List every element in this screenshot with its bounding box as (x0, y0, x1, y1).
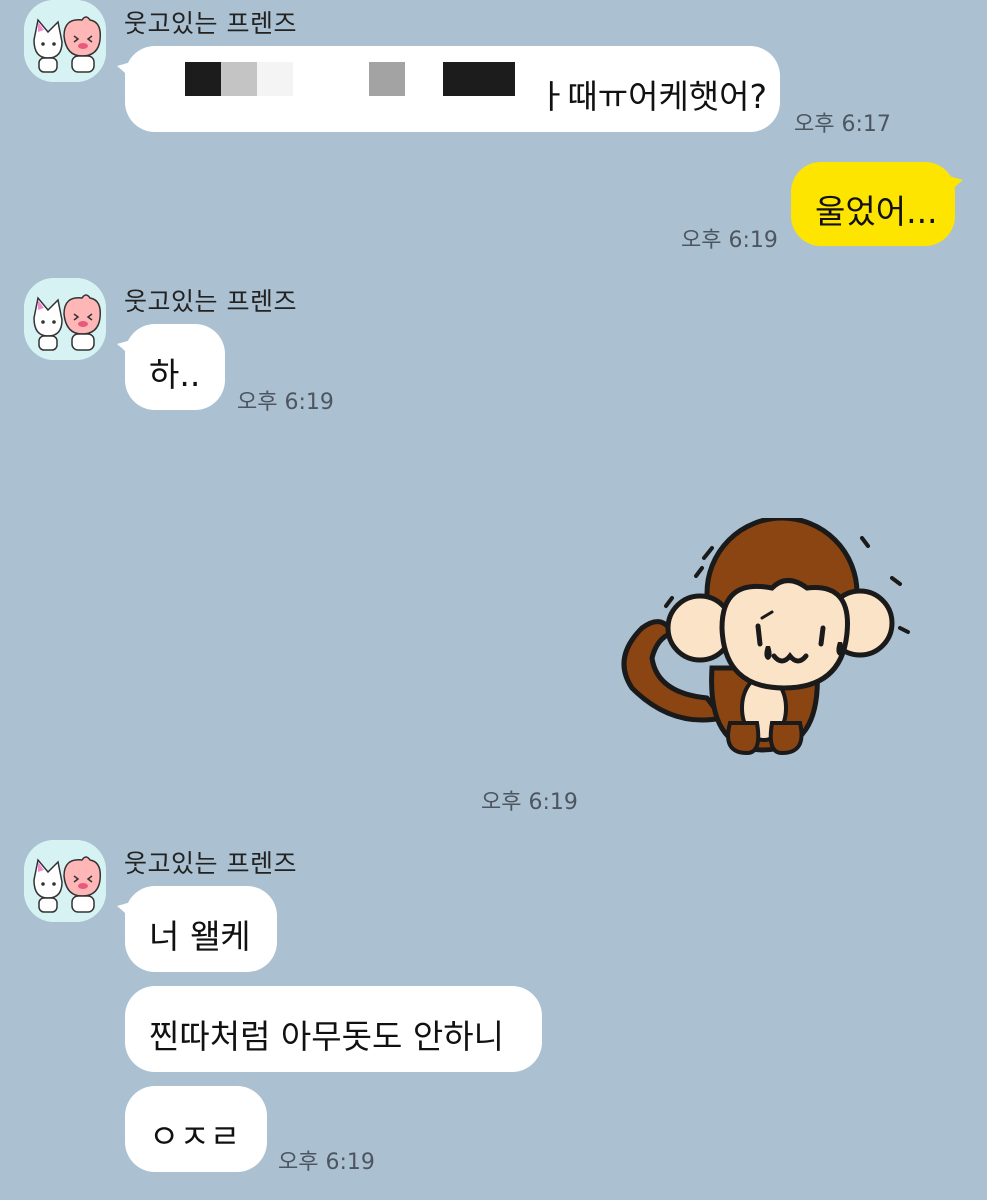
friend-avatar[interactable] (24, 840, 106, 922)
cat-peach-avatar-icon (24, 840, 106, 922)
bubble-tail (117, 902, 131, 920)
message-text: ㅏ때ㅠ어케햇어? (537, 77, 768, 116)
message-bubble[interactable]: ㅇㅈㄹ (125, 1086, 267, 1172)
redaction-block (443, 62, 515, 96)
crying-monkey-icon (621, 515, 910, 756)
message-time: 오후 6:19 (278, 1150, 375, 1175)
sender-name: 웃고있는 프렌즈 (124, 287, 297, 316)
message-text: 너 왤케 (149, 917, 251, 956)
message-bubble[interactable]: ㅏ때ㅠ어케햇어? (117, 46, 780, 132)
bubble-tail (949, 176, 963, 194)
cat-peach-avatar-icon (24, 278, 106, 360)
message-bubble[interactable]: 찐따처럼 아무돗도 안하니 (125, 986, 542, 1072)
bubble-tail (117, 62, 131, 80)
redaction-block (369, 62, 405, 96)
sender-name: 웃고있는 프렌즈 (124, 9, 297, 38)
sender-name: 웃고있는 프렌즈 (124, 849, 297, 878)
redaction-block (257, 62, 293, 96)
message-text: ㅇㅈㄹ (149, 1117, 241, 1156)
my-message-bubble[interactable]: 울었어... (791, 162, 963, 246)
redaction-block (185, 62, 221, 96)
message-text: 찐따처럼 아무돗도 안하니 (149, 1017, 504, 1056)
message-text: 하.. (149, 355, 201, 394)
cat-peach-avatar-icon (24, 0, 106, 82)
message-time: 오후 6:19 (481, 790, 578, 815)
crying-monkey-sticker[interactable] (612, 515, 912, 768)
message-time: 오후 6:17 (794, 112, 891, 137)
friend-avatar[interactable] (24, 278, 106, 360)
message-bubble[interactable]: 너 왤케 (117, 886, 277, 972)
bubble-tail (117, 340, 131, 358)
message-bubble[interactable]: 하.. (117, 324, 225, 410)
message-text: 울었어... (815, 192, 938, 231)
message-time: 오후 6:19 (681, 228, 778, 253)
redaction-block (221, 62, 257, 96)
message-time: 오후 6:19 (237, 390, 334, 415)
friend-avatar[interactable] (24, 0, 106, 82)
